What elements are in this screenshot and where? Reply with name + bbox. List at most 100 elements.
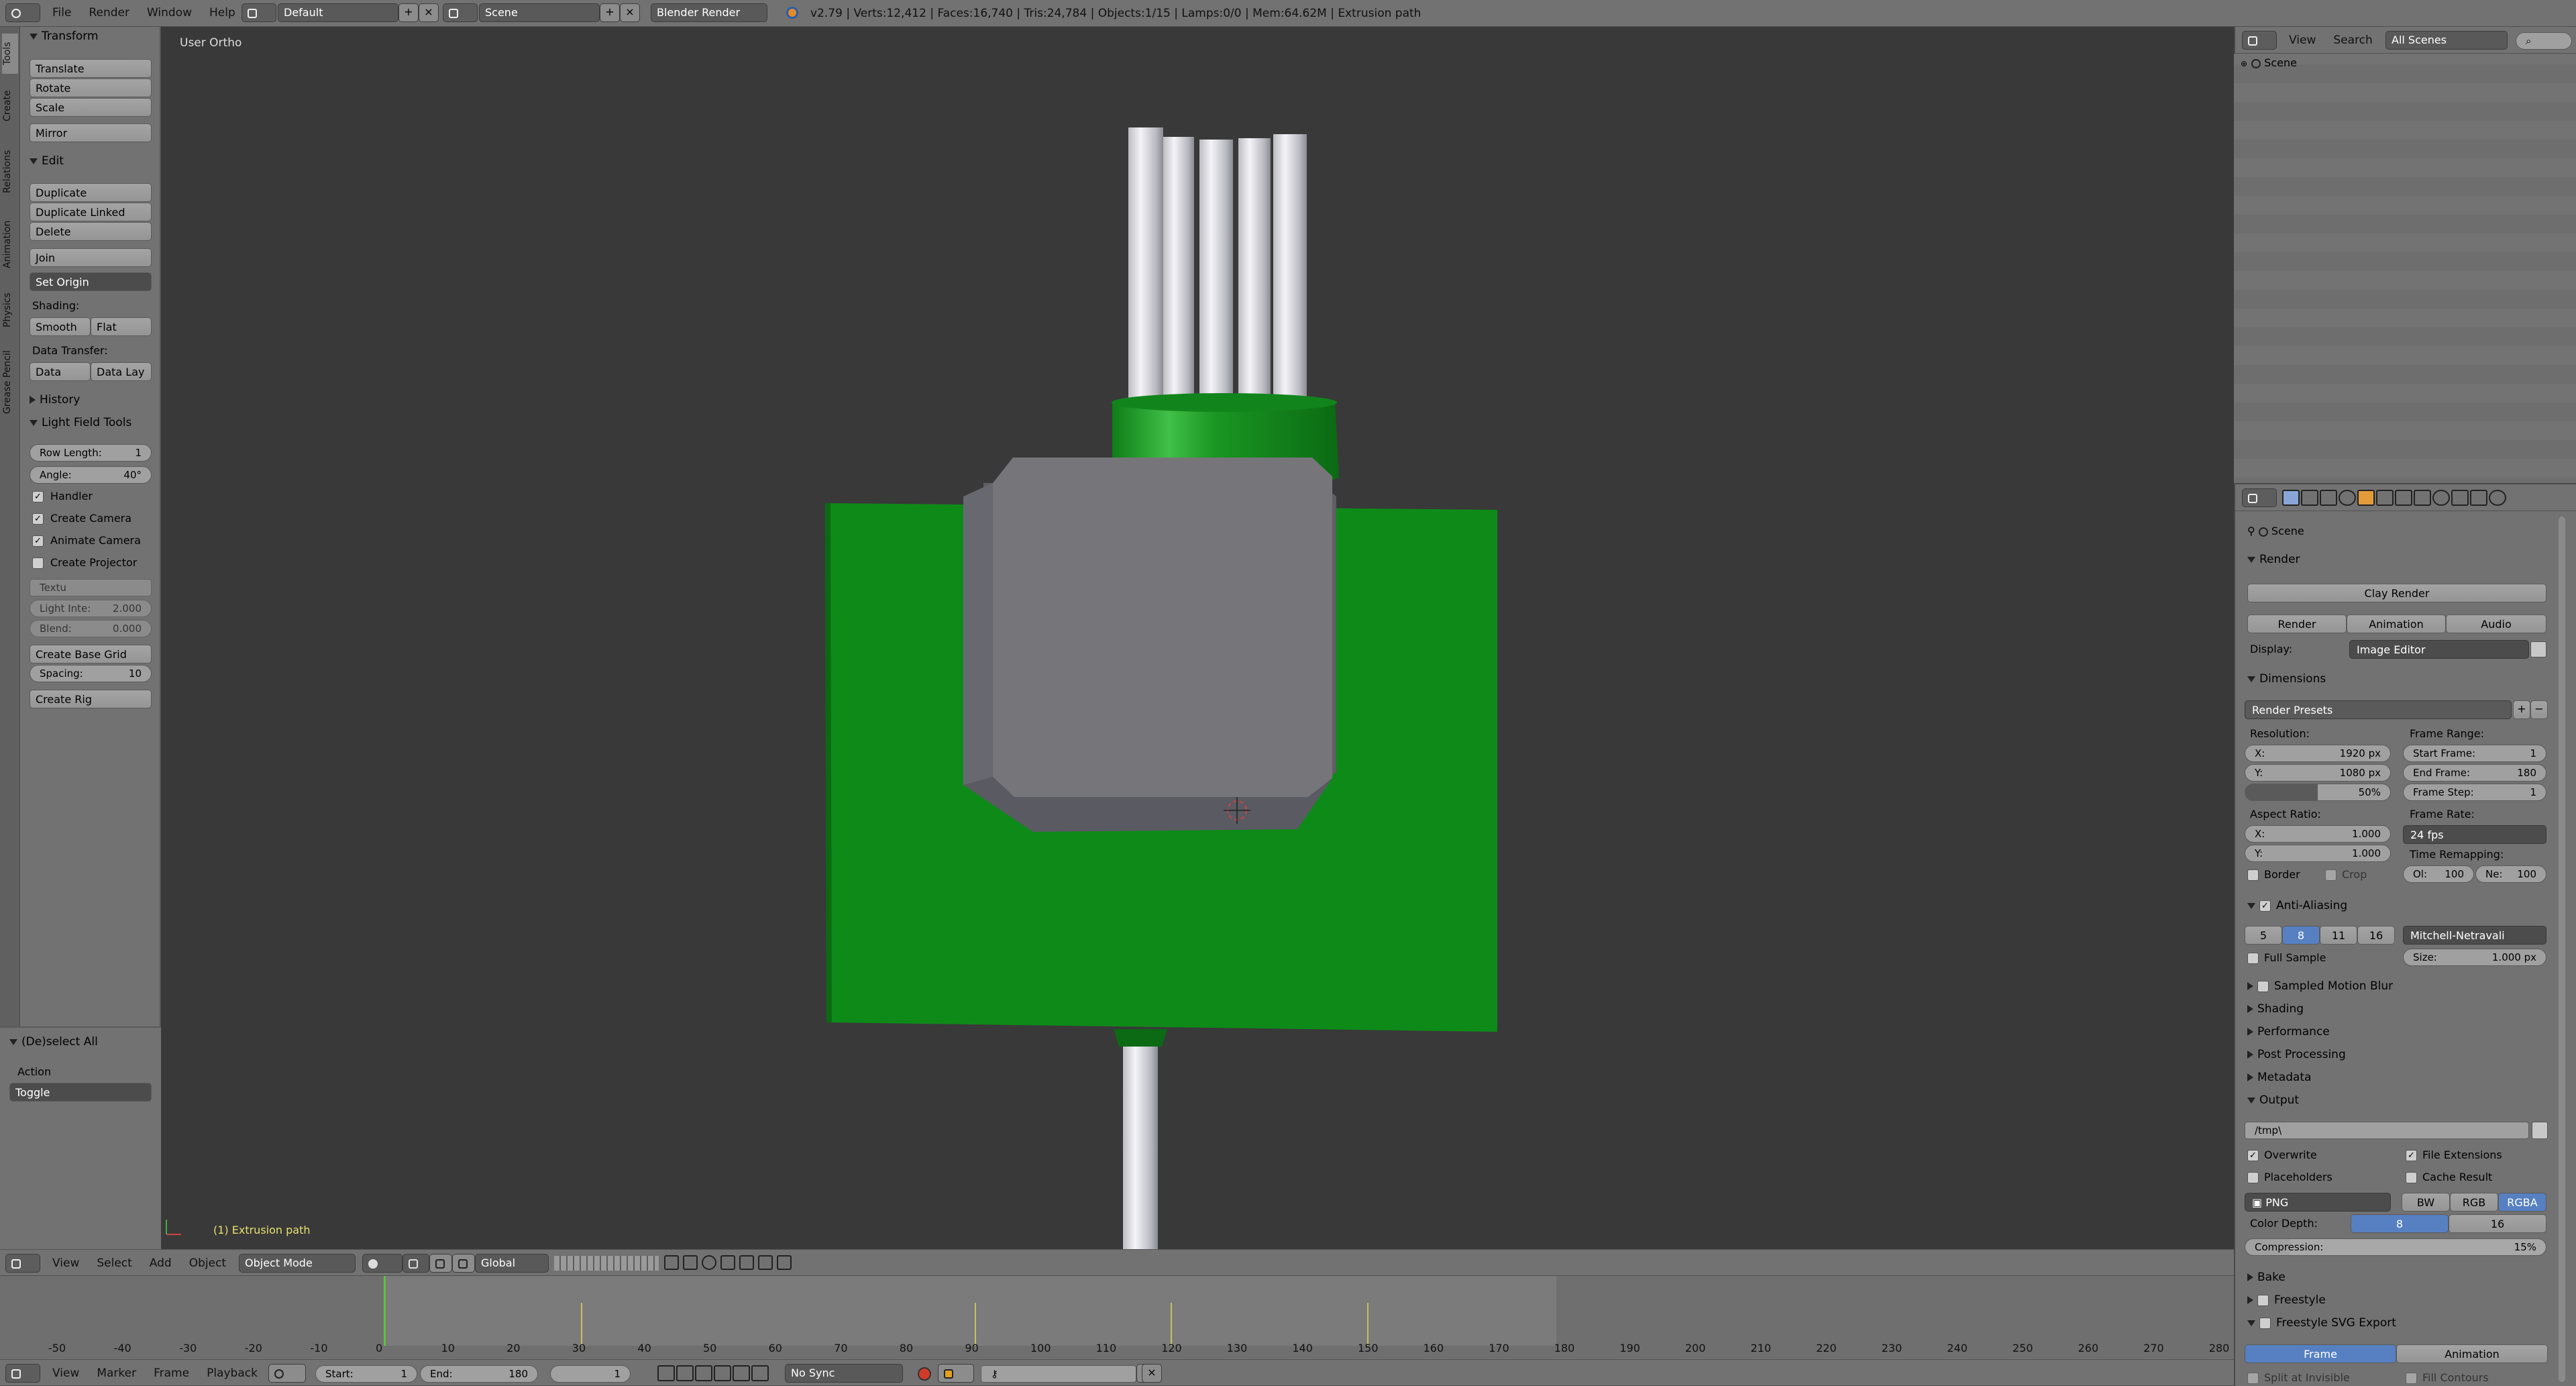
anti-aliasing-checkbox[interactable]: ✓ xyxy=(2259,899,2276,912)
tab-tools[interactable]: Tools xyxy=(2,34,18,74)
current-frame-marker[interactable] xyxy=(384,1276,386,1346)
svg-animation-tab[interactable]: Animation xyxy=(2396,1344,2548,1363)
layout-selector[interactable]: Default xyxy=(278,3,398,22)
resolution-x-field[interactable]: X: 1920 px xyxy=(2245,745,2391,762)
preview-range-toggle[interactable] xyxy=(268,1364,306,1383)
display-mode-selector[interactable]: All Scenes xyxy=(2385,31,2508,50)
translate-manipulator[interactable] xyxy=(452,1254,475,1273)
remove-preset-button[interactable]: − xyxy=(2530,700,2548,719)
create-camera-checkbox[interactable]: ✓ Create Camera xyxy=(32,512,131,525)
shading-selector[interactable] xyxy=(362,1254,402,1273)
aa-samples-11[interactable]: 11 xyxy=(2320,926,2357,945)
scene-selector[interactable]: Scene xyxy=(479,3,600,22)
history-panel-header[interactable]: History xyxy=(30,393,80,407)
aa-filter-dropdown[interactable]: Mitchell-Netravali xyxy=(2403,926,2546,945)
border-checkbox[interactable]: Border xyxy=(2247,868,2300,881)
dimensions-panel-header[interactable]: Dimensions xyxy=(2247,672,2326,686)
flat-button[interactable]: Flat xyxy=(91,317,152,336)
menu-select[interactable]: Select xyxy=(97,1257,131,1270)
scene-tab-icon[interactable] xyxy=(2320,490,2337,506)
layer-buttons[interactable] xyxy=(554,1256,614,1271)
operator-panel-header[interactable]: (De)select All xyxy=(9,1035,98,1049)
menu-marker[interactable]: Marker xyxy=(97,1367,136,1380)
menu-add[interactable]: Add xyxy=(150,1257,172,1270)
physics-tab-icon[interactable] xyxy=(2489,490,2506,506)
start-frame-field[interactable]: Start Frame: 1 xyxy=(2403,745,2546,762)
menu-help[interactable]: Help xyxy=(209,6,235,19)
remove-scene-button[interactable]: × xyxy=(620,3,640,22)
frame-rate-dropdown[interactable]: 24 fps xyxy=(2403,825,2546,844)
data-layers-button[interactable]: Data Lay xyxy=(91,362,152,381)
start-frame-field[interactable]: Start: 1 xyxy=(315,1365,417,1383)
mode-selector[interactable]: Object Mode xyxy=(239,1254,356,1273)
end-frame-field[interactable]: End Frame: 180 xyxy=(2403,764,2546,782)
prev-keyframe-icon[interactable] xyxy=(676,1365,694,1381)
add-preset-button[interactable]: + xyxy=(2513,700,2530,719)
translate-button[interactable]: Translate xyxy=(30,59,152,78)
data-tab-icon[interactable] xyxy=(2414,490,2431,506)
menu-playback[interactable]: Playback xyxy=(207,1367,258,1380)
delete-button[interactable]: Delete xyxy=(30,222,152,241)
editor-type-button[interactable] xyxy=(5,1254,40,1273)
render-only-icon[interactable] xyxy=(683,1255,698,1270)
light-field-tools-header[interactable]: Light Field Tools xyxy=(30,416,131,429)
placeholders-checkbox[interactable]: Placeholders xyxy=(2247,1171,2332,1183)
svg-export-panel-header[interactable]: Freestyle SVG Export xyxy=(2247,1316,2396,1330)
svg-export-checkbox[interactable] xyxy=(2259,1316,2276,1329)
pivot-selector[interactable] xyxy=(402,1254,429,1273)
render-layers-tab-icon[interactable] xyxy=(2301,490,2318,506)
keying-set-button[interactable] xyxy=(938,1364,974,1383)
menu-object[interactable]: Object xyxy=(189,1257,226,1270)
world-tab-icon[interactable] xyxy=(2339,490,2356,506)
full-sample-checkbox[interactable]: Full Sample xyxy=(2247,951,2326,964)
object-tab-icon[interactable] xyxy=(2357,490,2375,506)
color-rgba-button[interactable]: RGBA xyxy=(2498,1193,2546,1212)
current-frame-field[interactable]: 1 xyxy=(550,1365,631,1383)
record-icon[interactable] xyxy=(918,1367,931,1381)
file-format-dropdown[interactable]: ▣ PNG xyxy=(2245,1193,2391,1212)
animate-camera-checkbox[interactable]: ✓ Animate Camera xyxy=(32,534,141,547)
clay-render-button[interactable]: Clay Render xyxy=(2247,584,2546,602)
layer-buttons-2[interactable] xyxy=(608,1256,659,1271)
render-button[interactable]: Render xyxy=(2247,615,2347,633)
handler-checkbox[interactable]: ✓ Handler xyxy=(32,490,93,502)
smooth-button[interactable]: Smooth xyxy=(30,317,91,336)
scale-button[interactable]: Scale xyxy=(30,98,152,117)
menu-frame[interactable]: Frame xyxy=(154,1367,189,1380)
scene-icon-button[interactable] xyxy=(443,3,478,22)
layout-icon-button[interactable] xyxy=(241,3,276,22)
performance-panel-header[interactable]: Performance xyxy=(2247,1025,2330,1038)
menu-file[interactable]: File xyxy=(52,6,71,19)
editor-type-button[interactable] xyxy=(2242,31,2277,50)
shading-panel-header[interactable]: Shading xyxy=(2247,1002,2304,1016)
add-layout-button[interactable]: + xyxy=(398,3,419,22)
3d-viewport[interactable]: User Ortho (1) Extrusion path xyxy=(161,27,2234,1249)
proportional-edit-icon[interactable] xyxy=(702,1255,716,1270)
add-scene-button[interactable]: + xyxy=(600,3,620,22)
join-button[interactable]: Join xyxy=(30,248,152,267)
modifiers-tab-icon[interactable] xyxy=(2395,490,2412,506)
aspect-x-field[interactable]: X: 1.000 xyxy=(2245,825,2391,843)
snap-magnet-icon[interactable] xyxy=(739,1255,754,1270)
tab-physics[interactable]: Physics xyxy=(2,283,18,337)
material-tab-icon[interactable] xyxy=(2432,490,2450,506)
lock-interface-icon[interactable] xyxy=(2530,641,2546,657)
remove-layout-button[interactable]: × xyxy=(419,3,439,22)
freestyle-checkbox[interactable] xyxy=(2257,1293,2274,1306)
texture-tab-icon[interactable] xyxy=(2451,490,2469,506)
outliner[interactable] xyxy=(2234,27,2576,483)
render-engine-selector[interactable]: Blender Render xyxy=(651,3,767,22)
manipulator-toggle[interactable] xyxy=(429,1254,452,1273)
output-panel-header[interactable]: Output xyxy=(2247,1094,2299,1107)
depth-8-button[interactable]: 8 xyxy=(2351,1214,2449,1233)
folder-icon[interactable] xyxy=(2532,1122,2548,1139)
menu-view[interactable]: View xyxy=(2289,34,2316,47)
compression-slider[interactable]: Compression: 15% xyxy=(2245,1238,2546,1256)
create-base-grid-button[interactable]: Create Base Grid xyxy=(30,645,152,663)
data-button[interactable]: Data xyxy=(30,362,91,381)
overwrite-checkbox[interactable]: ✓ Overwrite xyxy=(2247,1149,2317,1161)
menu-search[interactable]: Search xyxy=(2333,34,2372,47)
timeline-area[interactable]: -50 -40 -30 -20 -10 0 10 20 30 40 50 60 70 80 90 100 110… xyxy=(0,1276,2234,1359)
snap-element-icon[interactable] xyxy=(720,1255,735,1270)
resolution-y-field[interactable]: Y: 1080 px xyxy=(2245,764,2391,782)
